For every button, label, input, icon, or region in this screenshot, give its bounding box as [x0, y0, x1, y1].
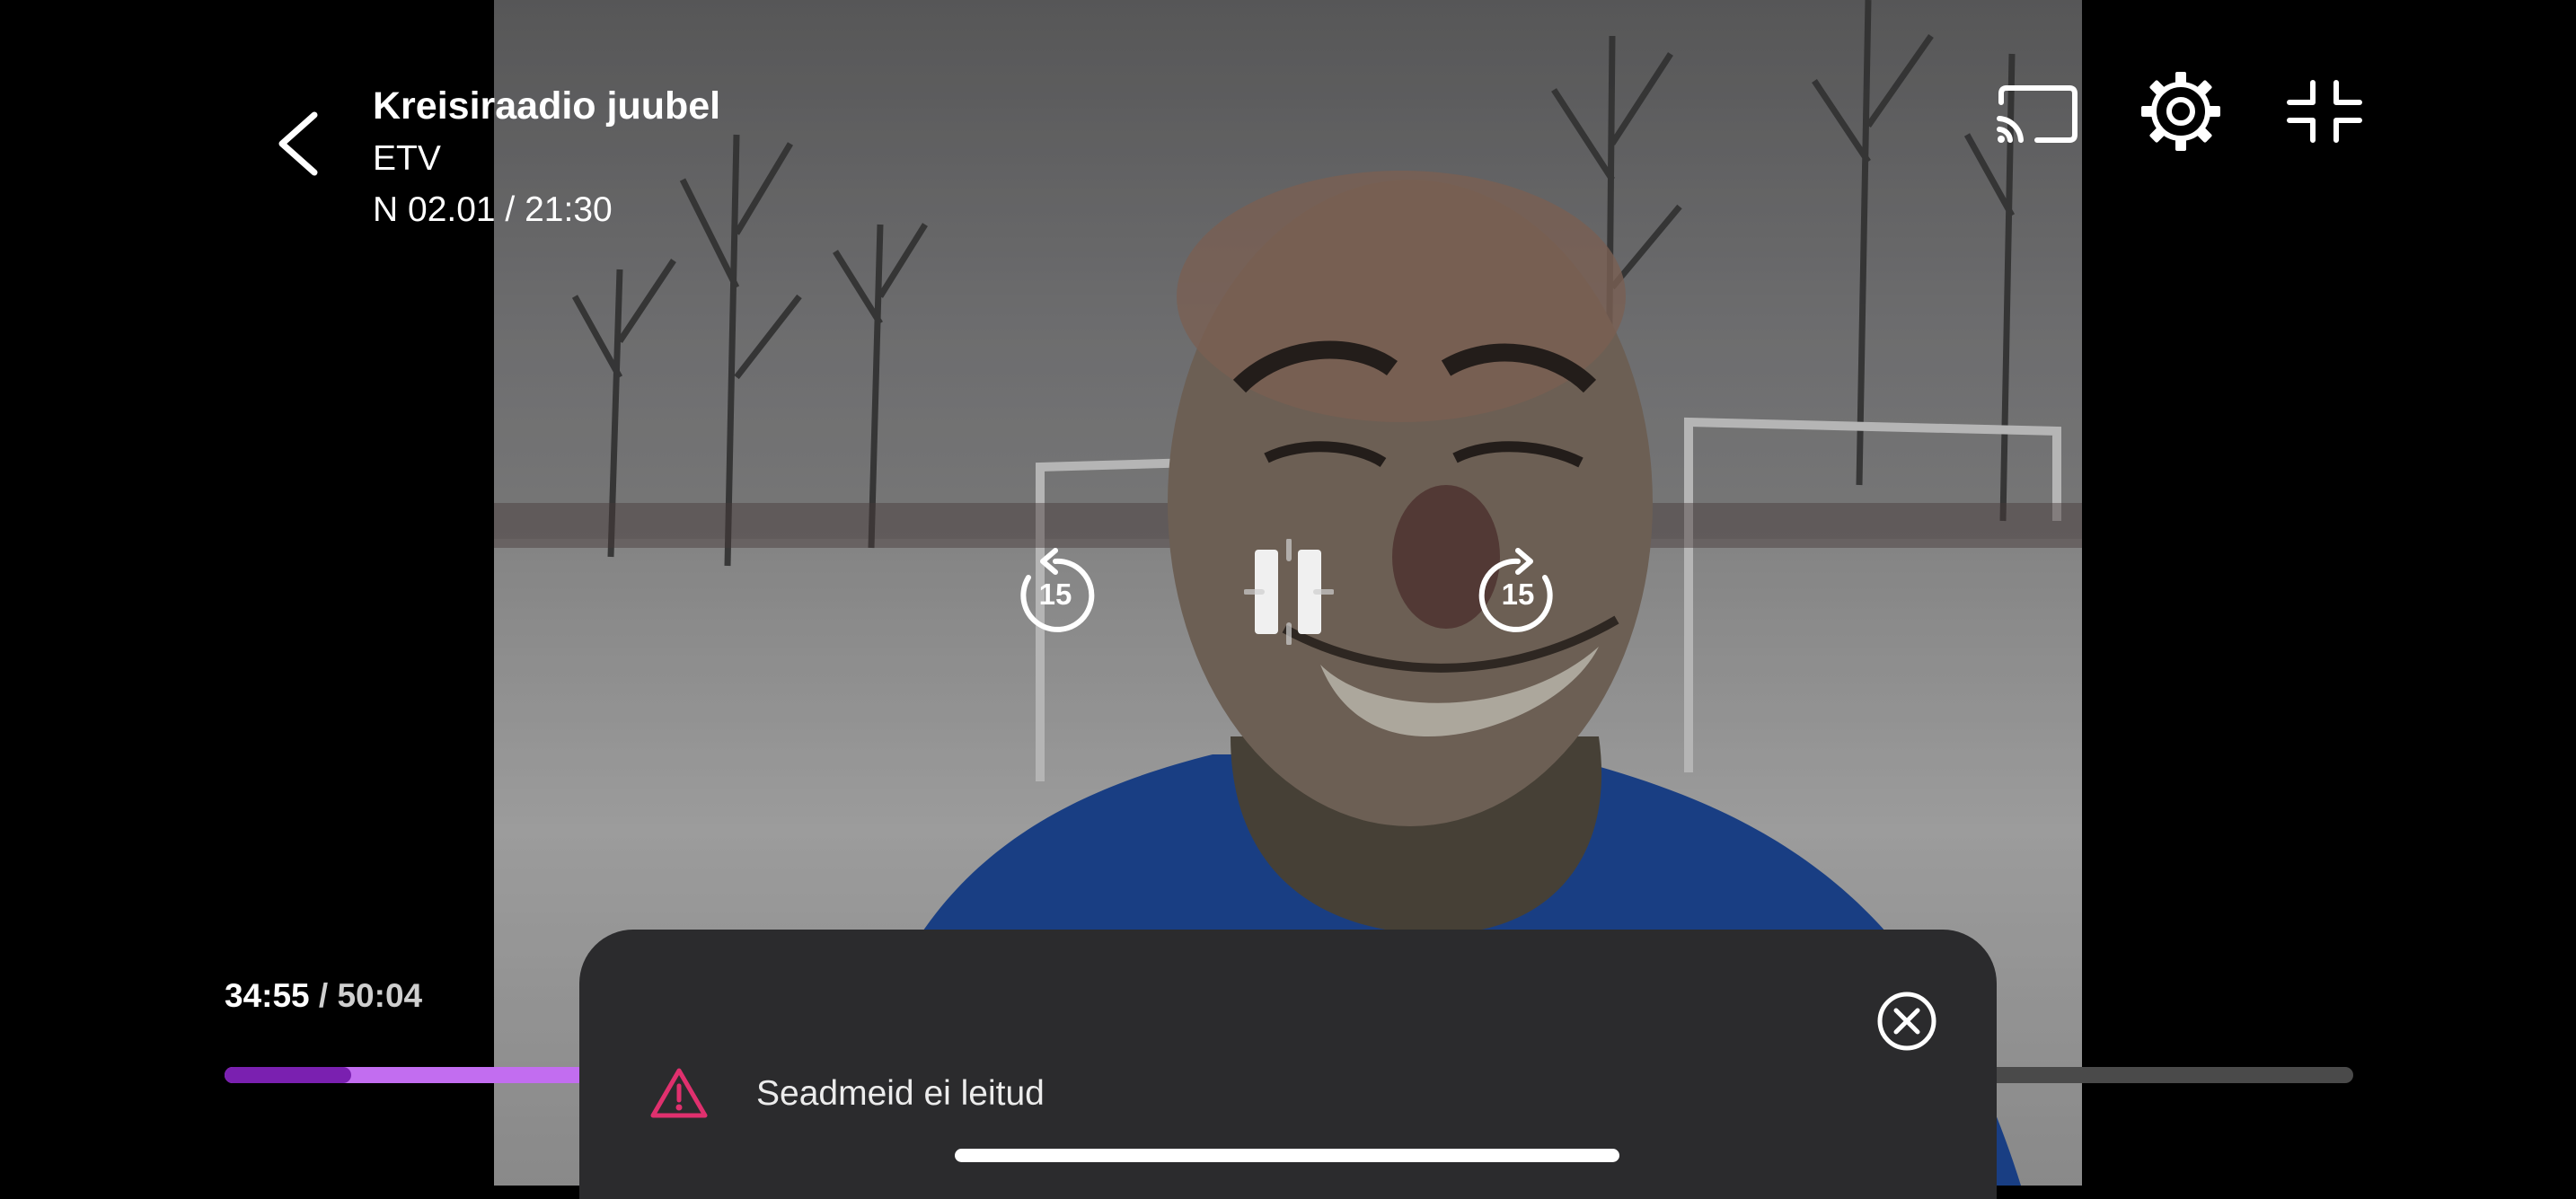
skip-forward-button[interactable]: 15 — [1473, 543, 1563, 642]
skip-back-button[interactable]: 15 — [1010, 543, 1100, 642]
time-display: 34:55 / 50:04 — [225, 977, 422, 1015]
played-bar — [225, 1067, 351, 1083]
no-devices-message: Seadmeid ei leitud — [756, 1074, 1045, 1113]
warning-triangle-icon — [650, 1068, 708, 1118]
total-duration: 50:04 — [337, 977, 423, 1014]
channel-name: ETV — [373, 139, 441, 178]
program-title: Kreisiraadio juubel — [373, 84, 721, 128]
skip-forward-label: 15 — [1501, 577, 1535, 611]
air-time: N 02.01 / 21:30 — [373, 190, 613, 229]
close-circle-icon[interactable] — [1876, 991, 1937, 1052]
skip-back-label: 15 — [1038, 577, 1072, 611]
pause-icon[interactable] — [1244, 539, 1334, 645]
time-separator: / — [318, 977, 329, 1014]
cast-icon[interactable] — [1994, 83, 2080, 145]
chevron-left-icon[interactable] — [269, 108, 332, 180]
program-info: Kreisiraadio juubel ETV N 02.01 / 21:30 — [373, 79, 720, 235]
elapsed-time: 34:55 — [225, 977, 310, 1014]
gear-icon[interactable] — [2138, 68, 2224, 154]
home-indicator[interactable] — [955, 1149, 1619, 1162]
exit-fullscreen-icon[interactable] — [2286, 79, 2363, 144]
